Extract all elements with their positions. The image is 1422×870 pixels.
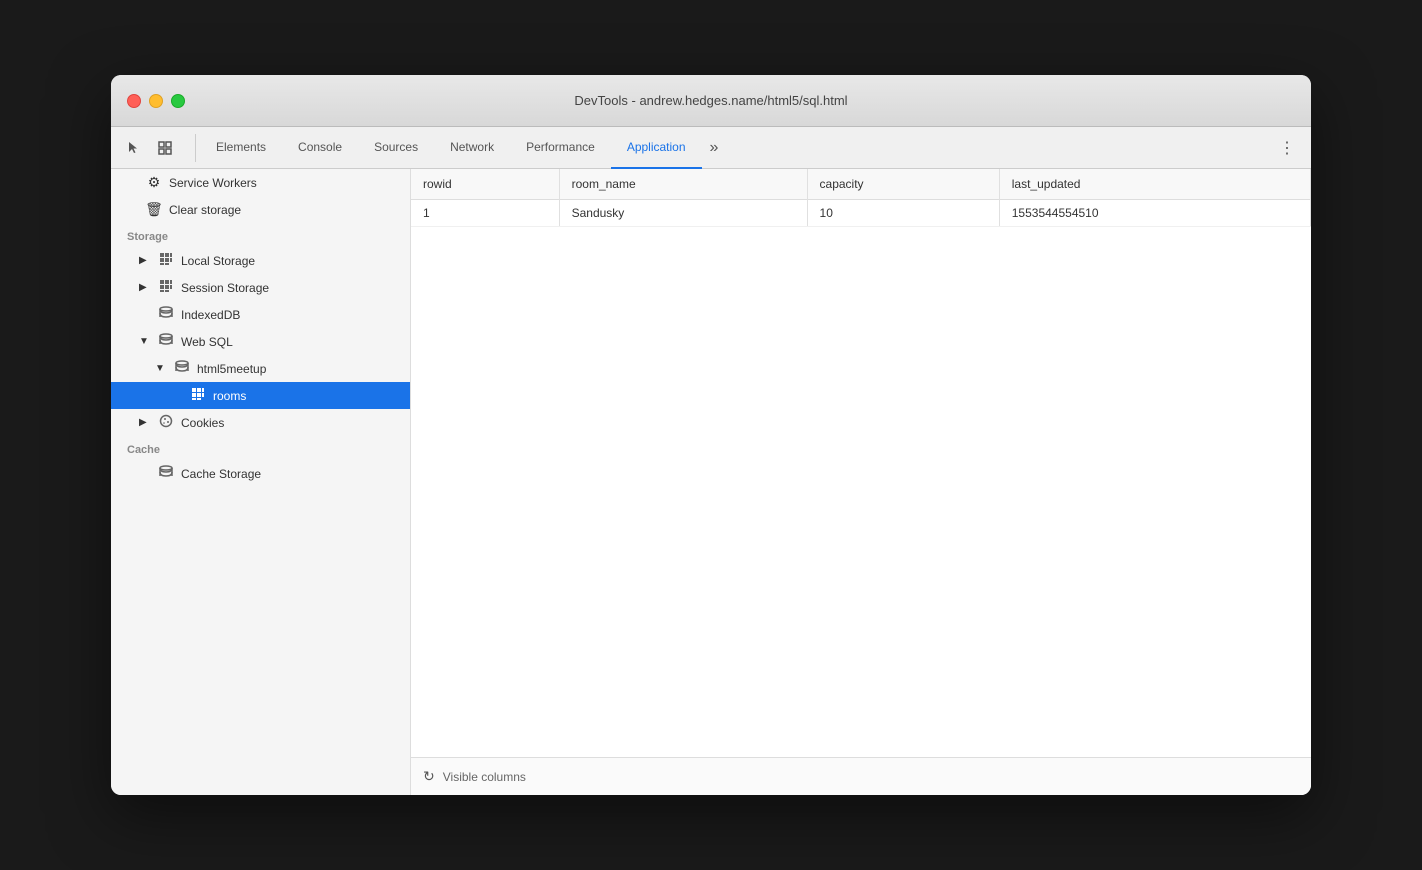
inspect-icon[interactable] xyxy=(151,134,179,162)
cell-rowid: 1 xyxy=(411,200,559,227)
sidebar-item-session-storage[interactable]: ▶ Session Storage xyxy=(111,274,410,301)
main-content: ⚙ Service Workers 🗑 Clear storage Storag… xyxy=(111,169,1311,795)
devtools-window: DevTools - andrew.hedges.name/html5/sql.… xyxy=(111,75,1311,795)
col-capacity: capacity xyxy=(807,169,999,200)
sidebar-item-label: Local Storage xyxy=(181,254,255,268)
sidebar-item-label: IndexedDB xyxy=(181,308,240,322)
grid-icon xyxy=(157,252,175,269)
sidebar-item-label: Cache Storage xyxy=(181,467,261,481)
sidebar-item-html5meetup[interactable]: ▼ html5meetup xyxy=(111,355,410,382)
sidebar-item-label: Cookies xyxy=(181,416,224,430)
maximize-button[interactable] xyxy=(171,94,185,108)
trash-icon: 🗑 xyxy=(145,201,163,218)
sidebar-item-service-workers[interactable]: ⚙ Service Workers xyxy=(111,169,410,196)
sidebar-item-label: Service Workers xyxy=(169,176,257,190)
tab-application[interactable]: Application xyxy=(611,127,702,169)
service-worker-icon: ⚙ xyxy=(145,174,163,191)
cache-section-header: Cache xyxy=(111,436,410,460)
col-last-updated: last_updated xyxy=(999,169,1310,200)
sidebar-item-label: rooms xyxy=(213,389,246,403)
cell-capacity: 10 xyxy=(807,200,999,227)
tab-sources[interactable]: Sources xyxy=(358,127,434,169)
traffic-lights xyxy=(127,94,185,108)
toolbar-icons xyxy=(119,134,196,162)
col-room-name: room_name xyxy=(559,169,807,200)
arrow-icon: ▶ xyxy=(139,255,151,266)
visible-columns-label[interactable]: Visible columns xyxy=(443,770,526,784)
cell-room_name: Sandusky xyxy=(559,200,807,227)
cookie-icon xyxy=(157,414,175,431)
sidebar-item-rooms[interactable]: rooms xyxy=(111,382,410,409)
window-title: DevTools - andrew.hedges.name/html5/sql.… xyxy=(127,93,1295,108)
sidebar-item-label: Web SQL xyxy=(181,335,233,349)
tab-elements[interactable]: Elements xyxy=(200,127,282,169)
col-rowid: rowid xyxy=(411,169,559,200)
table-row[interactable]: 1Sandusky101553544554510 xyxy=(411,200,1311,227)
db-icon xyxy=(173,360,191,377)
storage-section-header: Storage xyxy=(111,223,410,247)
results-table: rowid room_name capacity last_updated 1S… xyxy=(411,169,1311,227)
tab-network[interactable]: Network xyxy=(434,127,510,169)
arrow-icon: ▶ xyxy=(139,282,151,293)
sidebar-item-label: html5meetup xyxy=(197,362,266,376)
arrow-icon: ▶ xyxy=(139,417,151,428)
data-table: rowid room_name capacity last_updated 1S… xyxy=(411,169,1311,757)
cursor-icon[interactable] xyxy=(119,134,147,162)
menu-button[interactable]: ⋮ xyxy=(1271,127,1303,169)
arrow-icon: ▼ xyxy=(139,336,151,347)
titlebar: DevTools - andrew.hedges.name/html5/sql.… xyxy=(111,75,1311,127)
table-header-row: rowid room_name capacity last_updated xyxy=(411,169,1311,200)
table-icon xyxy=(189,387,207,404)
table-footer: ↻ Visible columns xyxy=(411,757,1311,795)
sidebar-item-label: Session Storage xyxy=(181,281,269,295)
db-icon xyxy=(157,333,175,350)
db-icon xyxy=(157,465,175,482)
content-area: rowid room_name capacity last_updated 1S… xyxy=(411,169,1311,795)
close-button[interactable] xyxy=(127,94,141,108)
grid-icon xyxy=(157,279,175,296)
minimize-button[interactable] xyxy=(149,94,163,108)
db-icon xyxy=(157,306,175,323)
sidebar-item-cookies[interactable]: ▶ Cookies xyxy=(111,409,410,436)
sidebar-item-clear-storage[interactable]: 🗑 Clear storage xyxy=(111,196,410,223)
more-tabs-button[interactable]: » xyxy=(702,127,727,169)
tab-performance[interactable]: Performance xyxy=(510,127,611,169)
sidebar-item-local-storage[interactable]: ▶ Local Storage xyxy=(111,247,410,274)
cell-last_updated: 1553544554510 xyxy=(999,200,1310,227)
sidebar: ⚙ Service Workers 🗑 Clear storage Storag… xyxy=(111,169,411,795)
toolbar: Elements Console Sources Network Perform… xyxy=(111,127,1311,169)
arrow-icon: ▼ xyxy=(155,363,167,374)
sidebar-item-web-sql[interactable]: ▼ Web SQL xyxy=(111,328,410,355)
sidebar-item-indexeddb[interactable]: IndexedDB xyxy=(111,301,410,328)
sidebar-item-cache-storage[interactable]: Cache Storage xyxy=(111,460,410,487)
sidebar-item-label: Clear storage xyxy=(169,203,241,217)
refresh-icon[interactable]: ↻ xyxy=(423,768,435,785)
tab-console[interactable]: Console xyxy=(282,127,358,169)
